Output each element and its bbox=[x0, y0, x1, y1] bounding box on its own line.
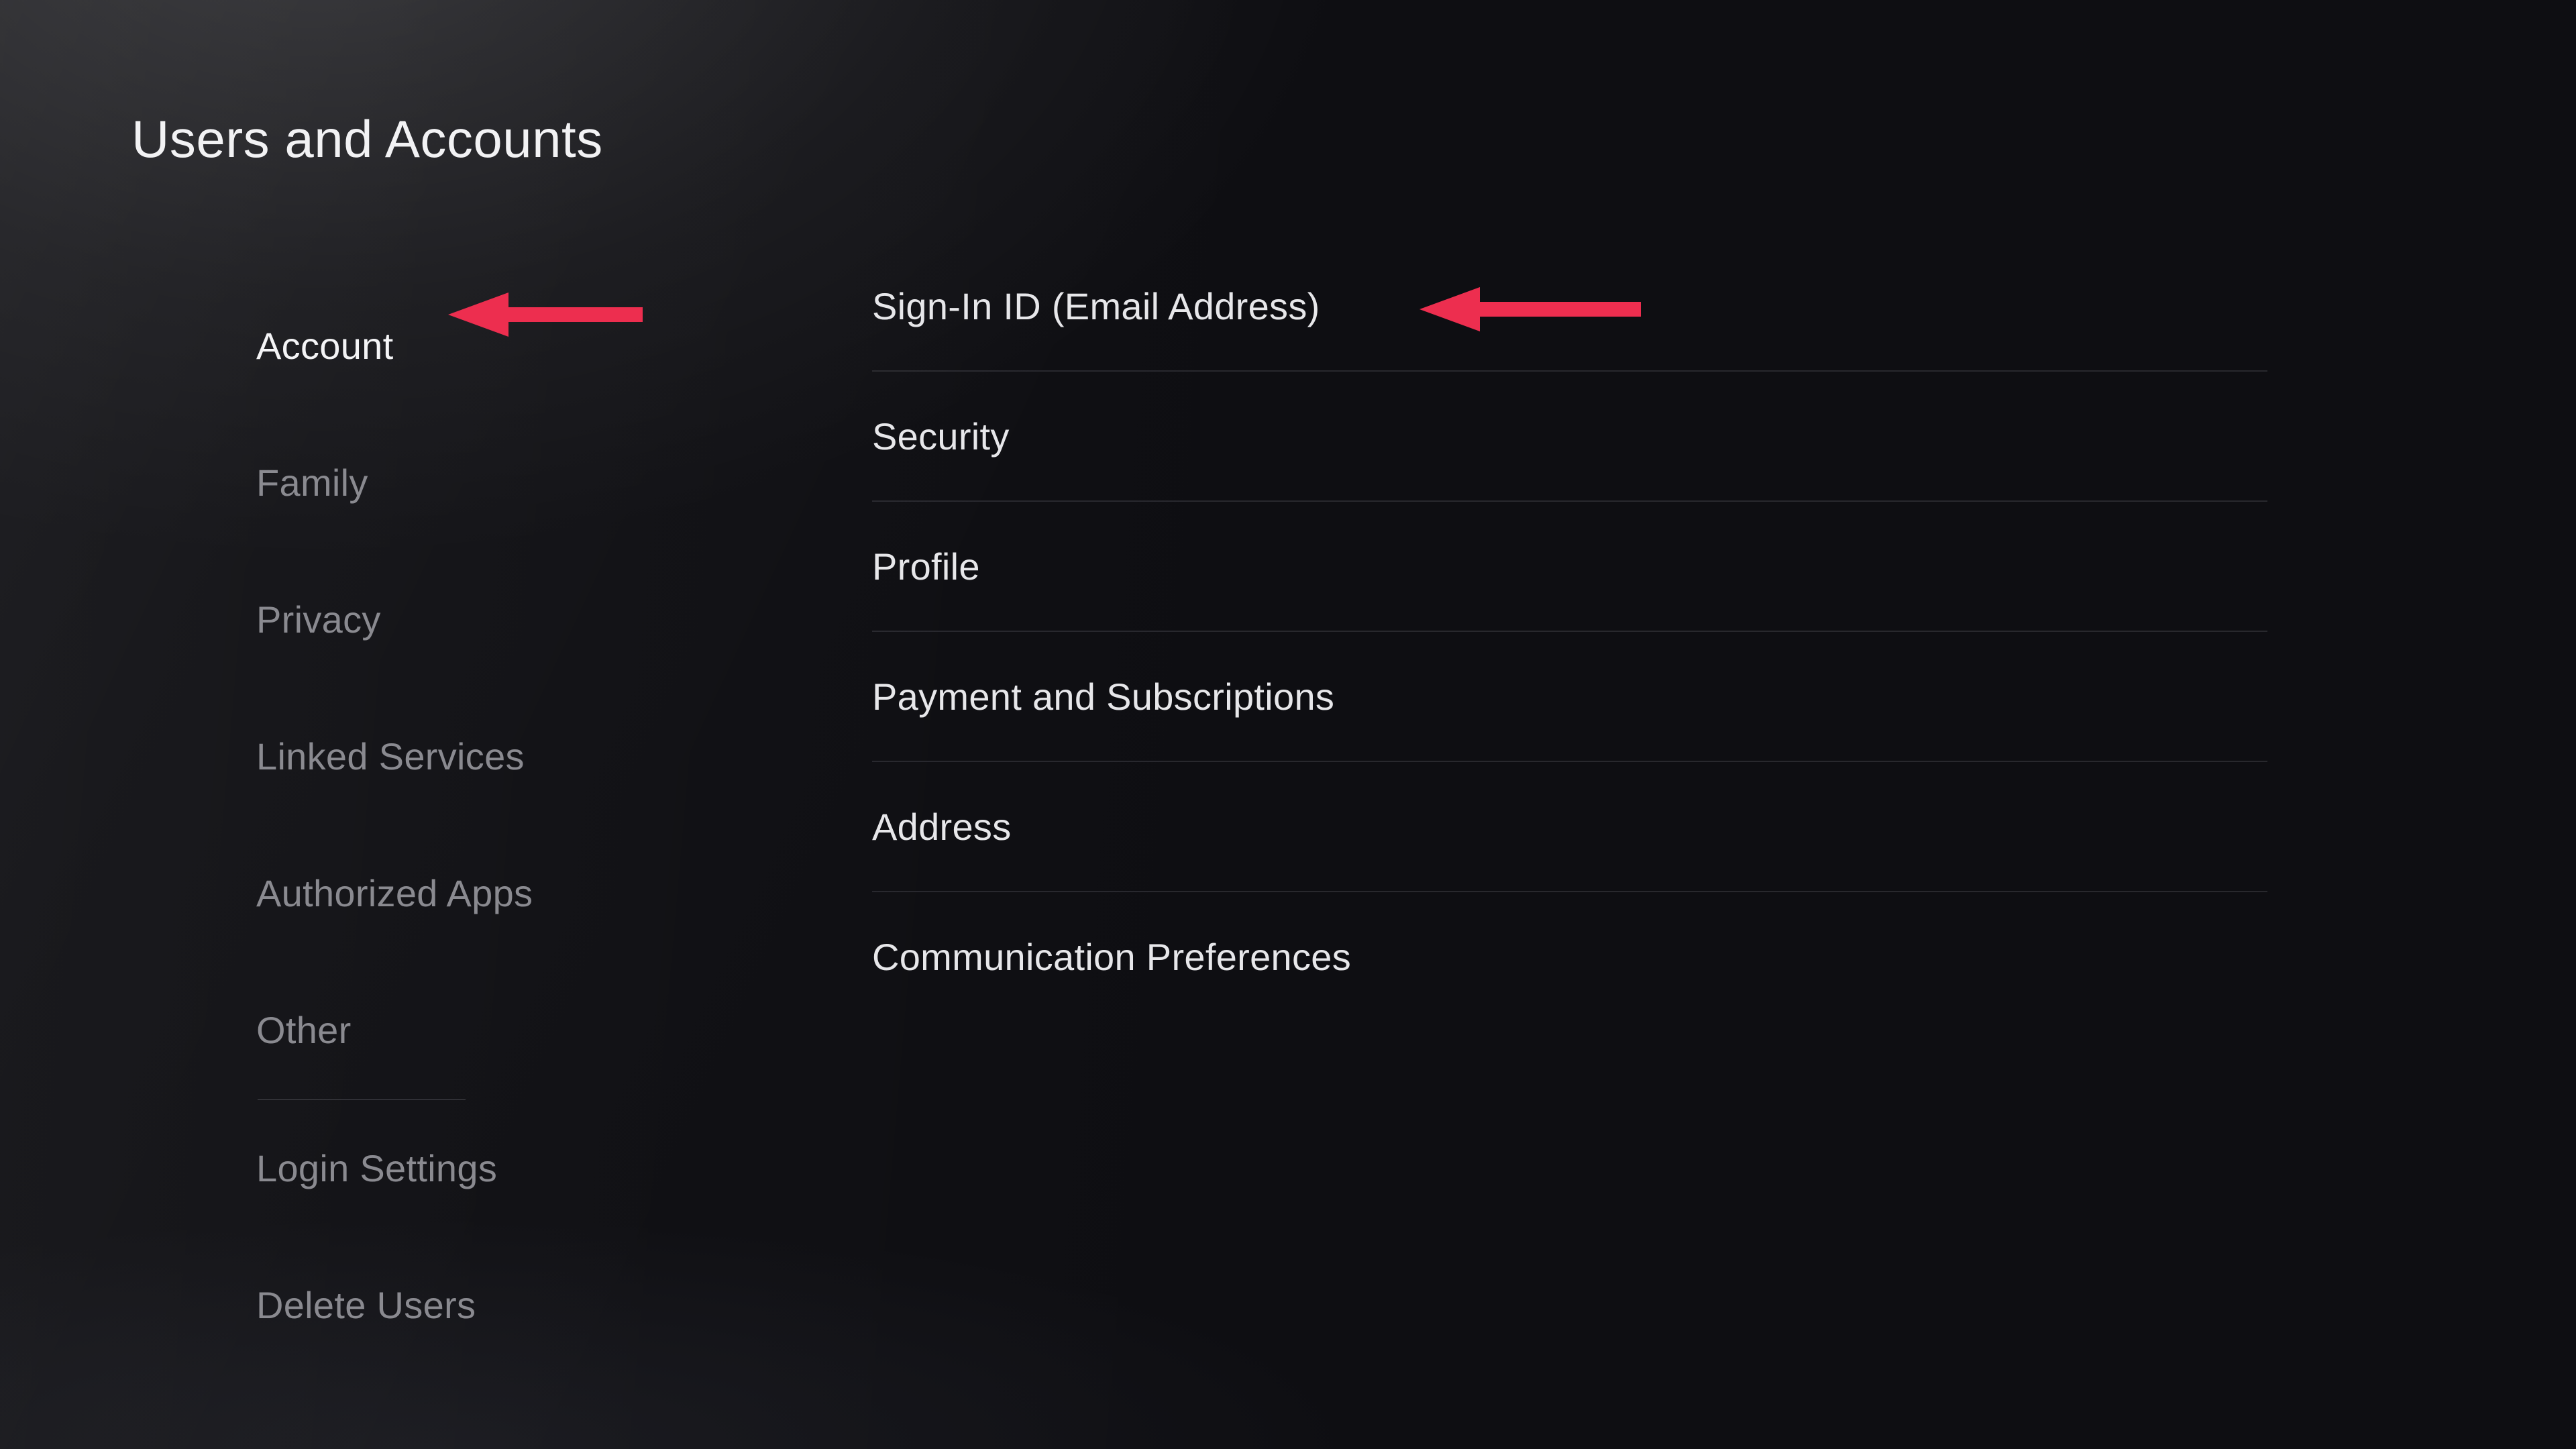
sidebar-item-label: Delete Users bbox=[256, 1284, 476, 1326]
page-title: Users and Accounts bbox=[131, 109, 603, 170]
sidebar-item-authorized-apps[interactable]: Authorized Apps bbox=[256, 825, 632, 962]
main-item-profile[interactable]: Profile bbox=[872, 502, 2267, 631]
sidebar-item-family[interactable]: Family bbox=[256, 415, 632, 551]
sidebar-item-label: Authorized Apps bbox=[256, 872, 533, 914]
sidebar-item-label: Family bbox=[256, 462, 368, 504]
main-item-label: Address bbox=[872, 805, 1012, 849]
main-item-label: Communication Preferences bbox=[872, 935, 1351, 979]
settings-sidebar: Account Family Privacy Linked Services A… bbox=[256, 278, 632, 1374]
main-item-label: Payment and Subscriptions bbox=[872, 675, 1334, 718]
sidebar-item-label: Login Settings bbox=[256, 1147, 497, 1189]
main-item-payment-subscriptions[interactable]: Payment and Subscriptions bbox=[872, 632, 2267, 761]
sidebar-item-label: Other bbox=[256, 1009, 352, 1051]
main-item-communication-preferences[interactable]: Communication Preferences bbox=[872, 892, 2267, 1021]
sidebar-item-other[interactable]: Other bbox=[256, 962, 632, 1099]
sidebar-item-linked-services[interactable]: Linked Services bbox=[256, 688, 632, 825]
sidebar-item-label: Linked Services bbox=[256, 735, 525, 777]
sidebar-item-privacy[interactable]: Privacy bbox=[256, 551, 632, 688]
annotation-arrow-sign-in-id bbox=[1419, 279, 1641, 339]
sidebar-item-delete-users[interactable]: Delete Users bbox=[256, 1237, 632, 1374]
main-item-security[interactable]: Security bbox=[872, 372, 2267, 500]
sidebar-item-login-settings[interactable]: Login Settings bbox=[256, 1100, 632, 1237]
account-settings-list: Sign-In ID (Email Address) Security Prof… bbox=[872, 241, 2267, 1021]
main-item-label: Profile bbox=[872, 545, 980, 588]
sidebar-item-label: Account bbox=[256, 325, 393, 367]
main-item-label: Sign-In ID (Email Address) bbox=[872, 284, 1320, 328]
main-item-address[interactable]: Address bbox=[872, 762, 2267, 891]
sidebar-item-label: Privacy bbox=[256, 598, 381, 641]
main-item-label: Security bbox=[872, 415, 1010, 458]
annotation-arrow-account bbox=[448, 284, 643, 345]
